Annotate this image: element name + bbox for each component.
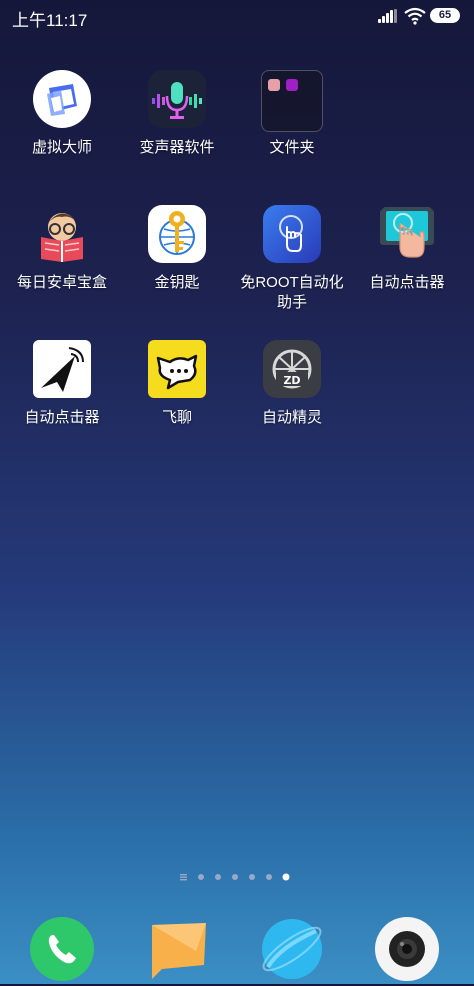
battery-indicator: 65 [430, 8, 460, 23]
reading-kid-icon [33, 205, 91, 263]
app-label: 文件夹 [269, 139, 315, 156]
app-label: 自动点击器 [24, 409, 100, 426]
page-indicator [0, 870, 474, 882]
dock-messages[interactable] [148, 917, 212, 981]
phone-icon [30, 917, 94, 981]
wifi-icon [404, 7, 426, 25]
app-feiliao[interactable]: 飞聊 [118, 340, 236, 428]
app-voice-changer[interactable]: 变声器软件 [118, 70, 236, 158]
cursor-arrow-icon [33, 340, 91, 398]
app-label: 飞聊 [161, 409, 192, 426]
page-dot [215, 874, 221, 880]
tap-screen-icon [378, 205, 436, 263]
status-time: 上午11:17 [12, 11, 88, 30]
status-bar: 上午11:17 65 [0, 0, 474, 32]
page-dot [198, 874, 204, 880]
app-auto-sprite[interactable]: ZD 自动精灵 [233, 340, 351, 428]
folder-icon [261, 70, 323, 132]
app-label: 金钥匙 [154, 274, 200, 291]
page-dot [266, 874, 272, 880]
camera-icon [375, 917, 439, 981]
touch-hand-icon [263, 205, 321, 263]
app-label: 自动精灵 [261, 409, 322, 426]
folder-app-thumb [268, 79, 280, 91]
key-icon [148, 205, 206, 263]
app-golden-key[interactable]: 金钥匙 [118, 205, 236, 293]
page-dot-current [282, 873, 290, 881]
app-virtual-master[interactable]: 虚拟大师 [3, 70, 121, 158]
app-folder[interactable]: 文件夹 [233, 70, 351, 158]
chat-plane-icon [148, 340, 206, 398]
app-label: 虚拟大师 [31, 139, 92, 156]
page-dot [232, 874, 238, 880]
app-label: 每日安卓宝盒 [16, 274, 107, 291]
page-dot [249, 874, 255, 880]
message-icon [152, 923, 206, 979]
app-daily-android-box[interactable]: 每日安卓宝盒 [3, 205, 121, 293]
dock-camera[interactable] [375, 917, 439, 981]
app-label: 自动点击器 [369, 274, 445, 291]
app-auto-clicker-2[interactable]: 自动点击器 [3, 340, 121, 428]
dock-browser[interactable] [260, 917, 324, 981]
zd-gear-icon: ZD [263, 340, 321, 398]
signal-icon [378, 9, 400, 23]
app-label: 免ROOT自动化助手 [240, 274, 344, 311]
dock-phone[interactable] [30, 917, 94, 981]
app-auto-clicker-1[interactable]: 自动点击器 [348, 205, 466, 293]
app-rootless-auto-assistant[interactable]: 免ROOT自动化助手 [233, 205, 351, 313]
folder-app-thumb [286, 79, 298, 91]
app-label: 变声器软件 [139, 139, 215, 156]
page-list-icon [180, 874, 187, 881]
microphone-icon [148, 70, 206, 128]
virtual-master-icon [33, 70, 91, 128]
svg-text:ZD: ZD [283, 374, 300, 387]
browser-icon [262, 919, 322, 979]
